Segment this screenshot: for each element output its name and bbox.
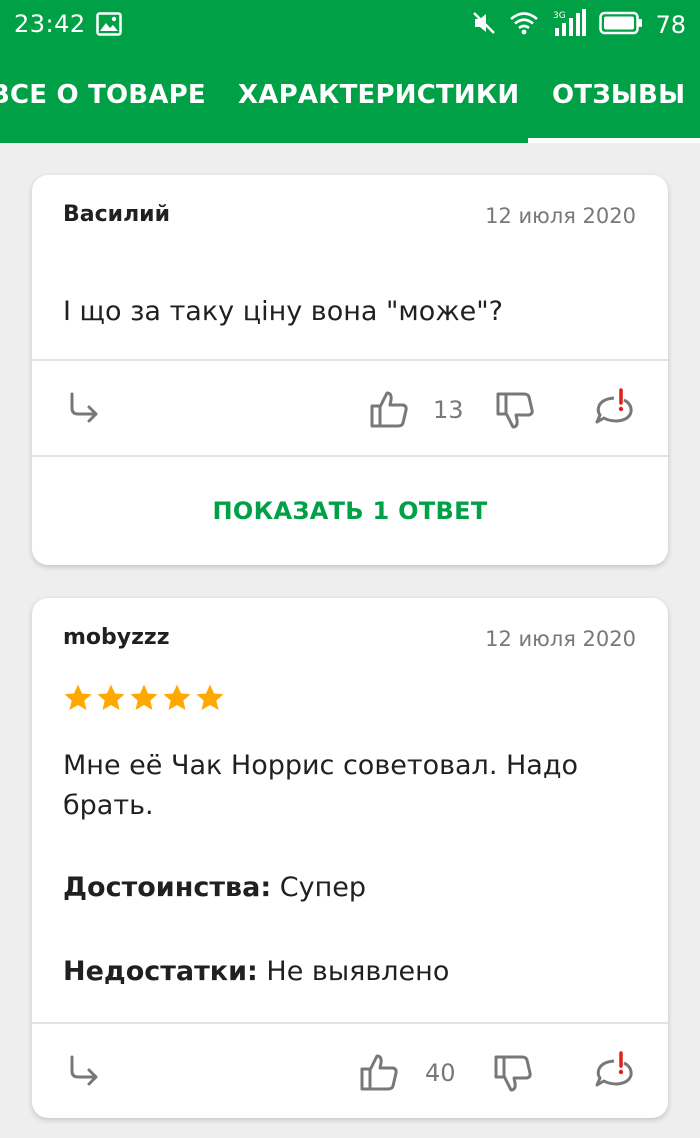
tab-reviews[interactable]: ОТЗЫВЫ: [552, 50, 685, 143]
image-icon: [96, 12, 122, 40]
star-icon: [97, 684, 125, 710]
reply-arrow-icon: [70, 392, 98, 423]
cons-value: Не выявлено: [266, 956, 450, 987]
divider: [32, 359, 668, 361]
active-tab-indicator: [528, 138, 700, 143]
review-author: Василий: [63, 202, 171, 227]
product-tabs: ВСЕ О ТОВАРЕ ХАРАКТЕРИСТИКИ ОТЗЫВЫ: [0, 50, 700, 143]
battery-icon: [599, 11, 643, 39]
report-button[interactable]: [592, 386, 638, 432]
review-date: 12 июля 2020: [485, 627, 636, 651]
review-cons: Недостатки: Не выявлено: [63, 956, 449, 987]
rating-stars: [63, 683, 225, 713]
star-icon: [196, 684, 224, 710]
review-author: mobyzzz: [63, 625, 170, 650]
likes-count: 40: [425, 1059, 456, 1087]
tab-about[interactable]: ВСЕ О ТОВАРЕ: [0, 50, 206, 143]
signal-icon: 3G: [551, 9, 587, 41]
complaint-icon: [595, 388, 633, 424]
thumbs-down-icon: [496, 392, 534, 429]
tab-characteristics[interactable]: ХАРАКТЕРИСТИКИ: [238, 50, 519, 143]
battery-level: 78: [655, 11, 686, 39]
thumbs-up-icon: [360, 1054, 398, 1091]
star-icon: [130, 684, 158, 710]
review-date: 12 июля 2020: [485, 204, 636, 228]
cons-label: Недостатки:: [63, 956, 258, 987]
like-button[interactable]: [367, 387, 411, 431]
star-icon: [163, 684, 191, 710]
thumbs-down-icon: [494, 1055, 532, 1092]
status-time: 23:42: [14, 10, 86, 38]
network-type: 3G: [553, 11, 566, 21]
reply-button[interactable]: [64, 388, 104, 428]
complaint-icon: [595, 1051, 633, 1087]
thumbs-up-icon: [370, 391, 408, 428]
report-button[interactable]: [592, 1049, 638, 1095]
reply-arrow-icon: [70, 1055, 98, 1086]
star-icon: [64, 684, 92, 710]
app-header: 23:42 3G 78 ВСЕ О ТОВАРЕ ХАРАКТЕРИСТИКИ …: [0, 0, 700, 143]
reply-button[interactable]: [64, 1051, 104, 1091]
show-answers-button[interactable]: ПОКАЗАТЬ 1 ОТВЕТ: [32, 497, 668, 525]
dislike-button[interactable]: [493, 389, 537, 433]
wifi-icon: [509, 11, 539, 39]
likes-count: 13: [433, 396, 464, 424]
divider: [32, 1022, 668, 1024]
review-text: І що за таку ціну вона "може"?: [63, 296, 504, 327]
review-pros: Достоинства: Супер: [63, 872, 366, 903]
review-text: Мне её Чак Норрис советовал. Надо брать.: [63, 750, 579, 821]
pros-value: Супер: [279, 872, 366, 903]
pros-label: Достоинства:: [63, 872, 272, 903]
review-card: mobyzzz 12 июля 2020 Мне её Чак Норрис с…: [32, 598, 668, 1118]
status-bar: 23:42 3G 78: [0, 0, 700, 50]
divider: [32, 455, 668, 457]
dislike-button[interactable]: [491, 1052, 535, 1096]
review-card: Василий 12 июля 2020 І що за таку ціну в…: [32, 175, 668, 565]
like-button[interactable]: [357, 1050, 401, 1094]
mute-icon: [471, 10, 497, 40]
